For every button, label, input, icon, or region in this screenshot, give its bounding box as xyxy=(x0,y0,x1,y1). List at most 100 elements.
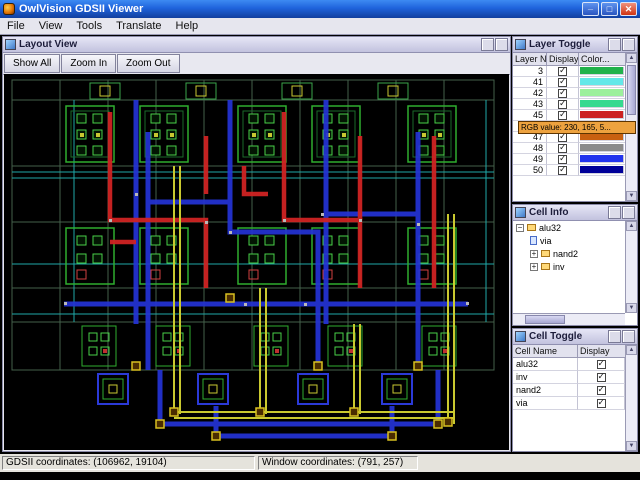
display-checkbox[interactable] xyxy=(558,99,567,109)
scroll-up-icon[interactable] xyxy=(626,53,637,63)
cell-info-vscrollbar[interactable] xyxy=(625,221,637,313)
frame-restore-icon[interactable] xyxy=(622,38,635,51)
scroll-down-icon[interactable] xyxy=(626,303,637,313)
display-checkbox[interactable] xyxy=(558,143,567,153)
color-swatch[interactable] xyxy=(580,89,624,97)
menu-view[interactable]: View xyxy=(32,19,70,33)
layout-view-titlebar[interactable]: Layout View xyxy=(3,37,510,53)
frame-icon xyxy=(5,39,16,50)
zoom-in-button[interactable]: Zoom In xyxy=(61,54,117,73)
cell-info-hscrollbar[interactable] xyxy=(513,313,625,325)
folder-icon xyxy=(527,224,536,231)
layer-number: 42 xyxy=(513,88,547,99)
menu-translate[interactable]: Translate xyxy=(109,19,168,33)
tree-node-label: via xyxy=(540,235,552,246)
display-checkbox[interactable] xyxy=(558,66,567,76)
zoom-out-button[interactable]: Zoom Out xyxy=(117,54,180,73)
scroll-up-icon[interactable] xyxy=(626,221,637,231)
frame-restore-icon[interactable] xyxy=(622,206,635,219)
titlebar[interactable]: OwlVision GDSII Viewer xyxy=(0,0,640,18)
color-swatch[interactable] xyxy=(580,78,624,86)
show-all-button[interactable]: Show All xyxy=(4,54,61,73)
layer-color-cell[interactable] xyxy=(579,165,625,176)
scroll-up-icon[interactable] xyxy=(626,345,637,355)
menu-help[interactable]: Help xyxy=(169,19,206,33)
color-swatch[interactable] xyxy=(580,166,624,174)
folder-icon xyxy=(541,263,550,270)
display-checkbox[interactable] xyxy=(596,371,606,382)
maximize-icon[interactable] xyxy=(601,2,618,16)
layer-color-cell[interactable] xyxy=(579,99,625,110)
window-coordinates: Window coordinates: (791, 257) xyxy=(258,456,418,470)
tree-node-label: nand2 xyxy=(553,248,579,259)
cell-display-cell xyxy=(578,397,625,410)
minimize-icon[interactable] xyxy=(582,0,599,16)
display-checkbox[interactable] xyxy=(596,397,606,408)
frame-maximize-icon[interactable] xyxy=(608,330,621,343)
layout-view-title: Layout View xyxy=(19,39,78,50)
cell-display-cell xyxy=(578,384,625,397)
col-layer-number: Layer N... xyxy=(513,53,547,66)
tree-node-inv[interactable]: inv xyxy=(513,260,625,273)
layer-color-cell[interactable] xyxy=(579,154,625,165)
layer-color-cell[interactable] xyxy=(579,77,625,88)
display-checkbox[interactable] xyxy=(596,384,606,395)
layout-canvas[interactable] xyxy=(4,74,509,450)
tree-expand-icon[interactable] xyxy=(530,262,538,271)
display-checkbox[interactable] xyxy=(558,165,567,175)
cell-info-titlebar[interactable]: Cell Info xyxy=(513,205,637,221)
cell-toggle-scrollbar[interactable] xyxy=(625,345,637,451)
color-swatch[interactable] xyxy=(580,111,624,119)
menu-file[interactable]: File xyxy=(0,19,32,33)
color-swatch[interactable] xyxy=(580,67,624,75)
tree-node-label: alu32 xyxy=(539,222,562,233)
layer-toggle-titlebar[interactable]: Layer Toggle xyxy=(513,37,637,53)
scrollbar-thumb[interactable] xyxy=(525,315,565,324)
layer-number: 45 xyxy=(513,110,547,121)
cell-toggle-titlebar[interactable]: Cell Toggle xyxy=(513,329,637,345)
close-icon[interactable] xyxy=(620,2,637,16)
layer-display-cell xyxy=(547,88,579,99)
tree-node-alu32[interactable]: alu32 xyxy=(513,221,625,234)
display-checkbox[interactable] xyxy=(558,77,567,87)
frame-maximize-icon[interactable] xyxy=(608,206,621,219)
cell-info-title: Cell Info xyxy=(529,207,569,218)
cell-name: alu32 xyxy=(513,358,578,371)
color-swatch[interactable] xyxy=(580,100,624,108)
layer-row: 43 xyxy=(513,99,637,110)
frame-icon xyxy=(515,39,526,50)
frame-maximize-icon[interactable] xyxy=(608,38,621,51)
col-color: Color... xyxy=(579,53,625,66)
layer-color-cell[interactable] xyxy=(579,110,625,121)
color-swatch[interactable] xyxy=(580,155,624,163)
layer-color-cell[interactable] xyxy=(579,88,625,99)
layer-display-cell xyxy=(547,154,579,165)
layer-display-cell xyxy=(547,77,579,88)
display-checkbox[interactable] xyxy=(558,88,567,98)
frame-restore-icon[interactable] xyxy=(495,38,508,51)
display-checkbox[interactable] xyxy=(558,154,567,164)
layer-number: 43 xyxy=(513,99,547,110)
app-icon xyxy=(3,3,15,15)
layer-color-cell[interactable] xyxy=(579,143,625,154)
scroll-down-icon[interactable] xyxy=(626,191,637,201)
frame-maximize-icon[interactable] xyxy=(481,38,494,51)
tree-node-nand2[interactable]: nand2 xyxy=(513,247,625,260)
tree-expand-icon[interactable] xyxy=(530,249,538,258)
display-checkbox[interactable] xyxy=(596,358,606,369)
color-swatch[interactable] xyxy=(580,133,624,141)
frame-restore-icon[interactable] xyxy=(622,330,635,343)
layer-row: 48 xyxy=(513,143,637,154)
layer-display-cell xyxy=(547,143,579,154)
color-swatch[interactable] xyxy=(580,144,624,152)
menu-tools[interactable]: Tools xyxy=(69,19,109,33)
display-checkbox[interactable] xyxy=(558,110,567,120)
leaf-icon xyxy=(530,236,537,245)
tree-node-via[interactable]: via xyxy=(513,234,625,247)
cell-tree: alu32 via nand2 inv xyxy=(513,221,625,313)
scroll-down-icon[interactable] xyxy=(626,441,637,451)
scrollbar-thumb[interactable] xyxy=(627,65,636,115)
tree-collapse-icon[interactable] xyxy=(516,223,524,232)
layer-color-cell[interactable] xyxy=(579,66,625,77)
window-title: OwlVision GDSII Viewer xyxy=(19,3,144,15)
